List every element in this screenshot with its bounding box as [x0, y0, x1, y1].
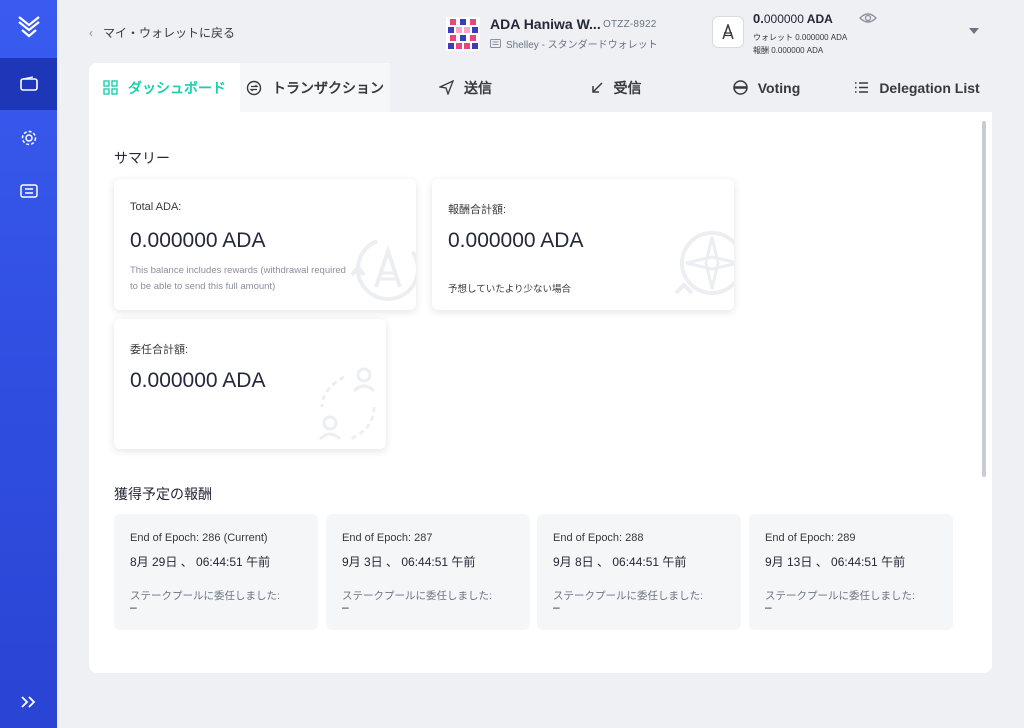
- receive-icon: [591, 82, 603, 93]
- tab-delegation-list[interactable]: Delegation List: [842, 63, 992, 112]
- scrollbar[interactable]: [982, 121, 986, 477]
- sidebar-item-wallet[interactable]: [0, 58, 57, 110]
- tab-voting[interactable]: Voting: [691, 63, 842, 112]
- wallet-only-balance: ウォレット 0.000000 ADA: [753, 33, 848, 42]
- ada-currency-icon: [712, 16, 744, 48]
- delegated-total-card: 委任合計額: 0.000000 ADA: [114, 319, 386, 449]
- epoch-pool-label: ステークプールに委任しました:: [553, 590, 703, 602]
- total-ada-label: Total ADA:: [130, 201, 182, 213]
- tab-receive[interactable]: 受信: [541, 63, 691, 112]
- dashboard-icon: [103, 80, 118, 95]
- send-icon: [439, 80, 454, 95]
- wallet-plate-number: OTZZ-8922: [603, 19, 657, 30]
- epoch-date: 8月 29日 、 06:44:51 午前: [130, 555, 271, 569]
- delegation-users-icon: [318, 367, 376, 441]
- chevron-left-icon: ‹: [89, 25, 93, 40]
- total-ada-value: 0.000000 ADA: [130, 229, 266, 252]
- total-ada-note: This balance includes rewards (withdrawa…: [130, 265, 346, 292]
- epoch-pool-value: –: [342, 600, 349, 614]
- rewards-less-than-expected-link[interactable]: 予想していたより少ない場合: [448, 282, 571, 298]
- total-ada-card: Total ADA: 0.000000 ADA This balance inc…: [114, 179, 416, 310]
- back-to-wallets-link[interactable]: ‹ マイ・ウォレットに戻る: [89, 24, 235, 41]
- voting-icon: [732, 80, 748, 95]
- epoch-card: End of Epoch: 288 9月 8日 、 06:44:51 午前 ステ…: [537, 514, 741, 630]
- tab-transactions[interactable]: トランザクション: [240, 63, 390, 112]
- compass-icon: [674, 231, 734, 295]
- rewards-total-label: 報酬合計額:: [448, 204, 507, 216]
- epoch-card: End of Epoch: 289 9月 13日 、 06:44:51 午前 ス…: [749, 514, 953, 630]
- wallet-plate-icon: [446, 17, 480, 51]
- tab-send[interactable]: 送信: [390, 63, 541, 112]
- delegated-total-label: 委任合計額:: [130, 344, 189, 356]
- epoch-pool-label: ステークプールに委任しました:: [130, 590, 280, 602]
- wallet-balance: 0.000000 ADA: [753, 11, 833, 26]
- epoch-label: End of Epoch: 287: [342, 532, 433, 544]
- tab-dashboard[interactable]: ダッシュボード: [89, 63, 240, 112]
- epoch-date: 9月 8日 、 06:44:51 午前: [553, 555, 687, 569]
- top-bar: ‹ マイ・ウォレットに戻る ADA Haniwa W... OTZZ-8922 …: [57, 0, 1024, 64]
- epoch-card: End of Epoch: 287 9月 3日 、 06:44:51 午前 ステ…: [326, 514, 530, 630]
- back-label: マイ・ウォレットに戻る: [103, 26, 236, 40]
- epoch-date: 9月 13日 、 06:44:51 午前: [765, 555, 906, 569]
- sidebar-expand-button[interactable]: [0, 676, 57, 728]
- tab-bar: ダッシュボード トランザクション 送信 受信 Voting Delegation…: [89, 63, 992, 112]
- chevron-down-icon[interactable]: [969, 28, 979, 34]
- double-chevron-right-icon: [20, 696, 35, 708]
- eye-icon[interactable]: [859, 11, 877, 25]
- sidebar-item-paper-wallet[interactable]: [0, 165, 57, 217]
- epoch-label: End of Epoch: 288: [553, 532, 644, 544]
- reward-balance: 報酬 0.000000 ADA: [753, 46, 824, 55]
- gear-icon: [21, 130, 36, 146]
- upcoming-rewards-title: 獲得予定の報酬: [114, 486, 212, 502]
- paperwallet-icon: [19, 184, 38, 198]
- sidebar-item-settings[interactable]: [0, 112, 57, 164]
- epoch-date: 9月 3日 、 06:44:51 午前: [342, 555, 476, 569]
- epoch-label: End of Epoch: 289: [765, 532, 856, 544]
- rewards-total-card: 報酬合計額: 0.000000 ADA 予想していたより少ない場合: [432, 179, 734, 310]
- list-icon: [855, 82, 869, 93]
- epoch-pool-value: –: [130, 600, 137, 614]
- rewards-total-value: 0.000000 ADA: [448, 229, 584, 252]
- sidebar: [0, 0, 57, 728]
- epoch-pool-label: ステークプールに委任しました:: [342, 590, 492, 602]
- dashboard-panel: ダッシュボード トランザクション 送信 受信 Voting Delegation…: [89, 63, 992, 673]
- summary-title: サマリー: [114, 150, 170, 166]
- transactions-icon: [246, 80, 262, 95]
- delegated-total-value: 0.000000 ADA: [130, 369, 266, 392]
- wallet-icon: [19, 76, 38, 91]
- wallet-type: Shelley - スタンダードウォレット: [490, 36, 658, 51]
- wallet-name: ADA Haniwa W...: [490, 16, 601, 32]
- epoch-label: End of Epoch: 286 (Current): [130, 532, 268, 544]
- yoroi-logo-icon[interactable]: [0, 0, 57, 52]
- epoch-pool-value: –: [765, 600, 772, 614]
- ada-cycle-icon: [350, 237, 416, 301]
- epoch-pool-label: ステークプールに委任しました:: [765, 590, 915, 602]
- epoch-pool-value: –: [553, 600, 560, 614]
- wallet-type-icon: [490, 39, 501, 48]
- epoch-card: End of Epoch: 286 (Current) 8月 29日 、 06:…: [114, 514, 318, 630]
